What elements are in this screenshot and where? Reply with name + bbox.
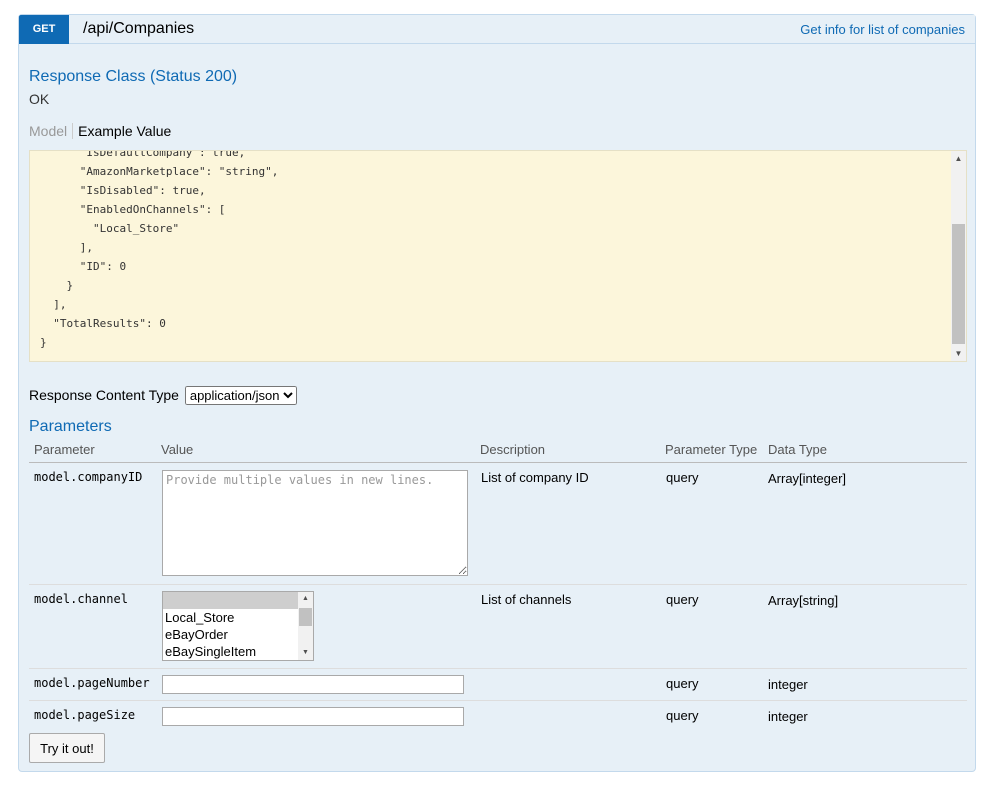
table-row: model.pageSize query integer [29, 701, 967, 731]
endpoint-panel: GET /api/Companies Get info for list of … [18, 14, 976, 772]
col-value: Value [161, 442, 194, 457]
tab-model[interactable]: Model [29, 123, 74, 139]
response-content-type-select[interactable]: application/json [184, 386, 297, 405]
tab-example-value[interactable]: Example Value [73, 123, 171, 139]
listbox-scroll-down-icon[interactable]: ▼ [298, 646, 313, 660]
endpoint-path[interactable]: /api/Companies [83, 20, 194, 38]
parameters-title: Parameters [29, 418, 112, 435]
channel-option[interactable]: eBaySingleItem [163, 643, 313, 660]
http-method-badge[interactable]: GET [19, 15, 69, 44]
table-row: model.companyID List of company ID query… [29, 463, 967, 585]
parameters-table-header: Parameter Value Description Parameter Ty… [29, 441, 967, 463]
param-name: model.companyID [34, 470, 143, 484]
param-name: model.channel [34, 592, 128, 606]
channel-option[interactable]: Local_Store [163, 609, 313, 626]
param-description: List of channels [481, 592, 572, 607]
table-row: model.channel Local_Store eBayOrder eBay… [29, 585, 967, 669]
col-description: Description [480, 442, 546, 457]
response-content-type-label: Response Content Type [29, 387, 179, 403]
param-type: query [666, 708, 699, 723]
response-class-title: Response Class (Status 200) [29, 68, 238, 85]
listbox-scroll-up-icon[interactable]: ▲ [298, 592, 313, 606]
endpoint-summary-link[interactable]: Get info for list of companies [800, 22, 965, 37]
table-row: model.pageNumber query integer [29, 669, 967, 701]
page-size-input[interactable] [162, 707, 464, 726]
try-it-out-button[interactable]: Try it out! [29, 733, 105, 763]
model-tabs: Model Example Value [29, 123, 171, 139]
page-number-input[interactable] [162, 675, 464, 694]
channel-multiselect[interactable]: Local_Store eBayOrder eBaySingleItem ▲ ▼ [162, 591, 314, 661]
company-id-textarea[interactable] [162, 470, 468, 576]
param-data-type: integer [768, 677, 808, 692]
param-type: query [666, 676, 699, 691]
example-value-code[interactable]: "IsDefaultCompany": true, "AmazonMarketp… [29, 150, 967, 362]
code-scrollbar[interactable]: ▲ ▼ [951, 151, 966, 361]
param-description: List of company ID [481, 470, 589, 485]
col-data-type: Data Type [768, 442, 828, 457]
scroll-up-arrow-icon[interactable]: ▲ [951, 151, 966, 166]
endpoint-header[interactable]: GET /api/Companies Get info for list of … [19, 15, 975, 44]
response-content-type: Response Content Type application/json [29, 386, 297, 405]
param-type: query [666, 470, 699, 485]
param-name: model.pageNumber [34, 676, 150, 690]
col-parameter: Parameter [34, 442, 95, 457]
channel-option[interactable] [163, 592, 313, 609]
param-data-type: integer [768, 709, 808, 724]
response-status-text: OK [29, 91, 50, 107]
scroll-down-arrow-icon[interactable]: ▼ [951, 346, 966, 361]
param-type: query [666, 592, 699, 607]
scroll-thumb[interactable] [952, 224, 965, 344]
channel-option[interactable]: eBayOrder [163, 626, 313, 643]
col-parameter-type: Parameter Type [665, 442, 758, 457]
param-data-type: Array[string] [768, 593, 839, 608]
param-data-type: Array[integer] [768, 471, 847, 486]
listbox-scroll-thumb[interactable] [299, 608, 312, 626]
example-json-text: "IsDefaultCompany": true, "AmazonMarketp… [40, 150, 279, 349]
listbox-scrollbar[interactable]: ▲ ▼ [298, 592, 313, 660]
param-name: model.pageSize [34, 708, 136, 722]
